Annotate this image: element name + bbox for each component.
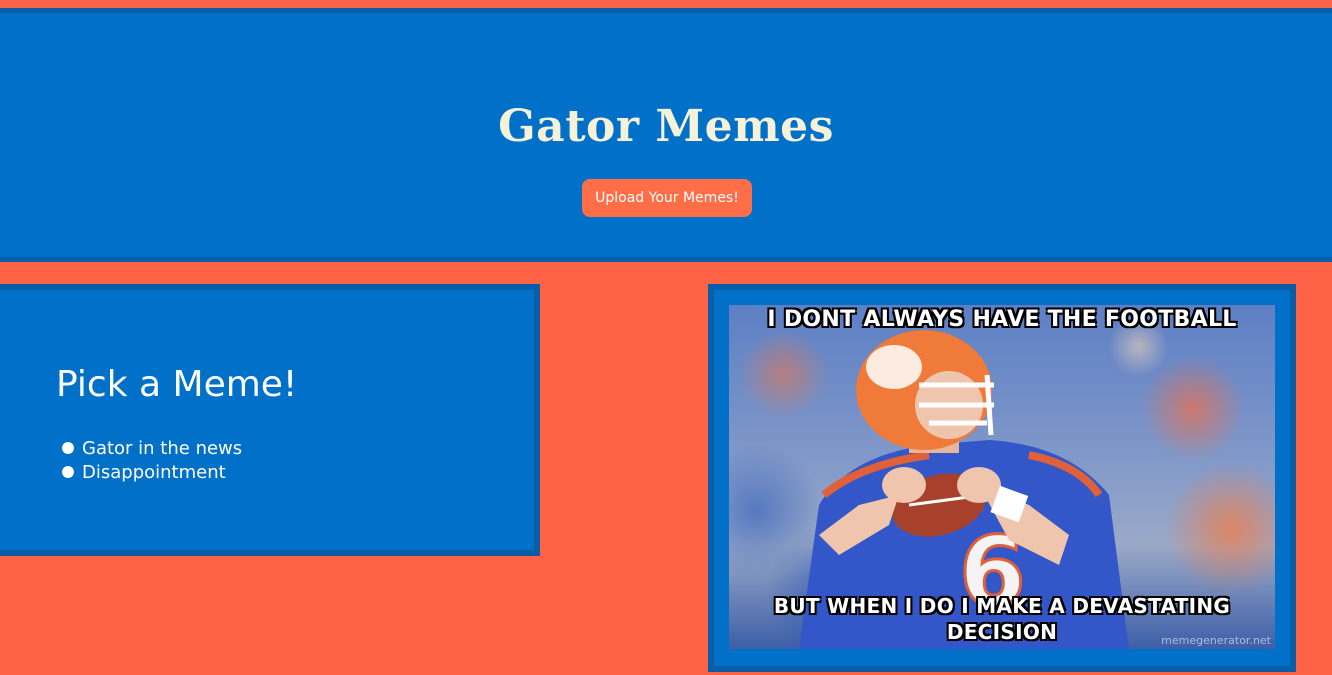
meme-display-frame: 6 I DONT ALWAYS HAVE THE FOOTBALL BUT WH [708, 284, 1296, 672]
meme-option-label[interactable]: Disappointment [82, 462, 226, 483]
site-header: Gator Memes Upload Your Memes! [0, 8, 1332, 262]
meme-image: 6 I DONT ALWAYS HAVE THE FOOTBALL BUT WH [729, 305, 1275, 649]
meme-watermark: memegenerator.net [1161, 634, 1271, 647]
meme-option-label[interactable]: Gator in the news [82, 438, 242, 459]
meme-top-caption: I DONT ALWAYS HAVE THE FOOTBALL [767, 307, 1237, 332]
bullet-icon [62, 466, 74, 478]
meme-list: Gator in the news Disappointment [62, 436, 242, 484]
upload-memes-button[interactable]: Upload Your Memes! [582, 179, 752, 217]
pick-meme-panel: Pick a Meme! Gator in the news Disappoin… [0, 284, 540, 556]
bullet-icon [62, 442, 74, 454]
list-item[interactable]: Disappointment [62, 460, 242, 484]
top-strip [0, 0, 1332, 8]
site-title: Gator Memes [498, 101, 834, 152]
list-item[interactable]: Gator in the news [62, 436, 242, 460]
pick-meme-heading: Pick a Meme! [56, 364, 298, 405]
